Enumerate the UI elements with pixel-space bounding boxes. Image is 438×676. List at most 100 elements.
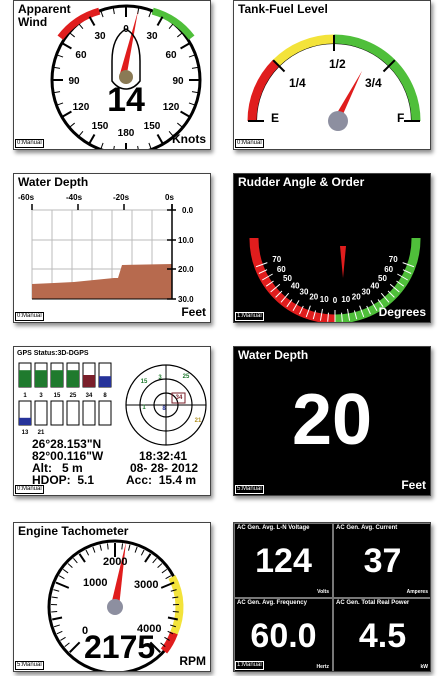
satellite-bar-fill — [67, 370, 79, 387]
depth-x-tick: -20s — [113, 193, 130, 202]
wind-unit: Knots — [172, 132, 206, 146]
wind-angle-label: 120 — [73, 102, 90, 113]
tank-fuel-panel[interactable]: Tank-Fuel Level E 1/4 1/2 3/4 F 0:Manual — [233, 0, 431, 150]
rudder-angle-label: 30 — [300, 288, 309, 297]
tank-mode-badge: 0:Manual — [235, 139, 264, 148]
tach-tick — [64, 642, 70, 648]
wind-angle-label: 120 — [163, 102, 180, 113]
wind-tick — [148, 11, 152, 18]
ac-power-cell: AC Gen. Total Real Power 4.5 kW — [333, 598, 430, 671]
tach-tick — [56, 630, 63, 635]
satellite-bar — [82, 400, 96, 426]
ac-cell-title: AC Gen. Avg. Frequency — [237, 600, 307, 606]
tach-tick — [152, 558, 157, 564]
tach-tick — [73, 558, 78, 564]
satellite-id: 3 — [39, 393, 43, 399]
sky-satellite: 1 — [142, 405, 146, 411]
tach-tick — [121, 543, 124, 550]
engine-tachometer-panel[interactable]: Engine Tachometer 1000 2000 3000 4000 0 … — [13, 522, 211, 672]
tach-tick — [69, 641, 81, 653]
satellite-bar-fill — [51, 370, 63, 387]
tach-tick — [53, 589, 60, 592]
wind-tick — [62, 110, 72, 118]
gps-accuracy: Acc: 15.4 m — [126, 473, 197, 487]
rudder-mode-badge: 1:Manual — [235, 312, 264, 321]
tank-label-three-quarter: 3/4 — [365, 76, 382, 90]
ac-cell-title: AC Gen. Avg. Current — [336, 525, 398, 531]
tach-tick — [60, 636, 66, 641]
wind-tick — [180, 110, 190, 118]
ac-cell-value: 60.0 — [250, 617, 317, 655]
tank-label-e: E — [271, 111, 280, 125]
rudder-order-marker — [340, 246, 346, 278]
satellite-bar-fill — [19, 417, 31, 425]
wind-tick — [148, 142, 152, 149]
rudder-angle-panel[interactable]: 70 60 50 40 30 20 10 0 10 20 30 40 50 60 70 Rudder Ang… — [233, 173, 431, 323]
wind-tick — [78, 131, 84, 137]
tank-label-quarter: 1/4 — [289, 76, 306, 90]
rudder-angle-label: 50 — [378, 274, 387, 283]
ac-cell-unit: Hertz — [316, 664, 329, 670]
tach-tick — [67, 563, 73, 568]
depth-x-tick: 0s — [165, 193, 174, 202]
water-depth-mode-badge: 5:Manual — [235, 485, 264, 494]
ac-generator-panel[interactable]: AC Gen. Avg. L-N Voltage 124 Volts AC Ge… — [233, 522, 431, 672]
wind-tick — [191, 66, 198, 69]
tank-hub — [328, 111, 348, 131]
wind-angle-label: 30 — [146, 31, 158, 42]
wind-tick — [57, 102, 64, 106]
wind-tick — [177, 122, 183, 128]
wind-tick — [137, 145, 139, 149]
wind-angle-label: 90 — [68, 76, 80, 87]
wind-title: Apparent Wind — [18, 2, 71, 29]
satellite-signal-bars: 1 13 3 21 15 25 34 8 — [18, 362, 112, 436]
water-depth-panel[interactable]: Water Depth 20 Feet 5:Manual — [233, 346, 431, 496]
rudder-angle-label: 60 — [277, 265, 286, 274]
rudder-gauge: 706050403020 10 0 10 203040506070 — [249, 237, 421, 322]
rudder-angle-label: 20 — [309, 292, 318, 301]
satellite-bar — [50, 400, 64, 426]
wind-tick — [69, 32, 75, 38]
tach-tick — [99, 544, 102, 551]
tach-tick — [62, 568, 69, 574]
satellite-bar-fill — [83, 375, 95, 387]
tach-hub — [107, 599, 123, 615]
rudder-angle-label: 10 — [341, 295, 350, 304]
sky-satellite: 34 — [176, 395, 183, 401]
satellite-id: 21 — [38, 430, 45, 436]
tach-tick — [51, 596, 58, 599]
ac-cell-unit: Amperes — [406, 589, 428, 595]
wind-angle-label: 90 — [172, 76, 184, 87]
tach-label: 2000 — [103, 556, 128, 568]
sky-satellite: 25 — [183, 374, 190, 380]
sky-satellites: 153 251 83421 — [141, 374, 202, 424]
satellite-id: 8 — [103, 393, 107, 399]
tach-tick — [144, 553, 152, 563]
ac-cell-value: 37 — [363, 542, 402, 580]
depth-y-tick: 20.0 — [178, 265, 194, 274]
tach-tick — [157, 563, 163, 568]
tach-tick — [161, 568, 168, 574]
wind-mode-badge: 0:Manual — [15, 139, 44, 148]
sky-satellite: 3 — [158, 375, 162, 381]
gps-status-panel[interactable]: GPS Status:3D-DGPS 1 13 3 21 15 25 34 8 15 3 25 1 8… — [13, 346, 211, 496]
rudder-labels: 706050403020 10 0 10 203040506070 — [272, 255, 398, 305]
satellite-bar — [98, 400, 112, 426]
apparent-wind-panel[interactable]: 0 30 60 90 120 150 180 150 120 90 60 30 Apparent Win… — [13, 0, 211, 150]
tach-tick — [85, 549, 90, 556]
rudder-angle-label: 70 — [389, 255, 398, 264]
satellite-bar — [66, 400, 80, 426]
satellite-bar-fill — [19, 370, 31, 387]
sky-satellite: 21 — [195, 418, 202, 424]
tach-tick — [134, 546, 138, 553]
water-depth-chart-panel[interactable]: Water Depth -60s -40s -20s 0s 0.0 10.0 2… — [13, 173, 211, 323]
tach-mode-badge: 5:Manual — [15, 661, 44, 670]
depth-chart-mode-badge: 0:Manual — [15, 312, 44, 321]
wind-tick — [88, 134, 96, 144]
water-depth-unit: Feet — [401, 478, 426, 492]
sky-plot — [125, 364, 207, 446]
satellite-id: 25 — [70, 393, 77, 399]
tach-tick — [78, 553, 86, 563]
wind-angle-label: 60 — [75, 50, 87, 61]
ac-cell-value: 4.5 — [358, 617, 407, 655]
